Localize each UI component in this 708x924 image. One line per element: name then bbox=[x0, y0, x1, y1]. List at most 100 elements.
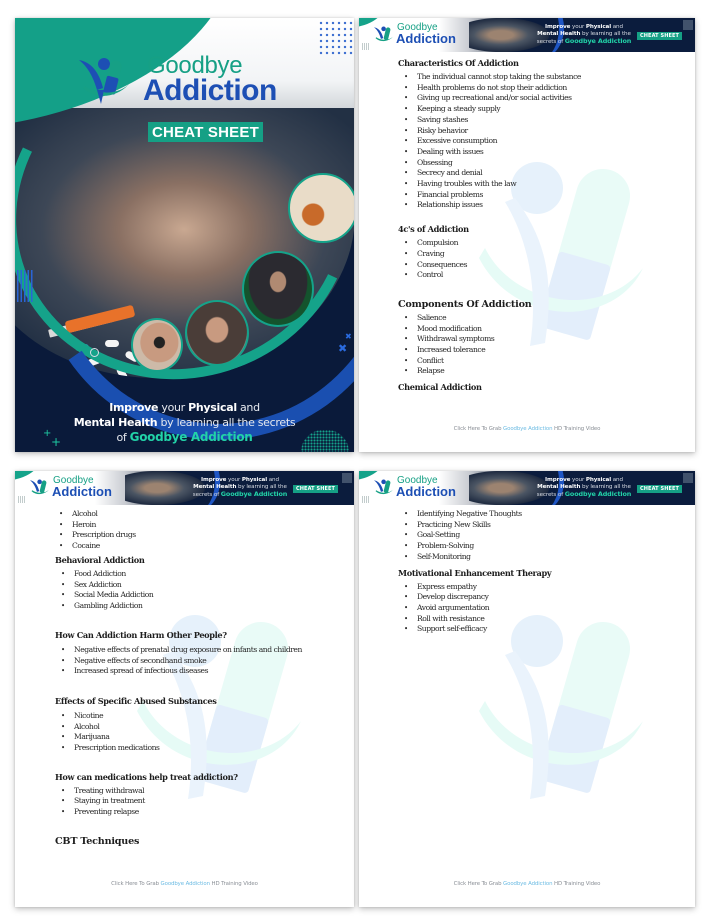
cover-page: ✖ ✖ + + Goodbye Addiction CHEAT SHEET Im… bbox=[15, 18, 354, 452]
list-item: Risky behavior bbox=[404, 126, 685, 137]
footer-link[interactable]: Goodbye Addiction bbox=[161, 881, 210, 887]
section-heading: 4c's of Addiction bbox=[398, 224, 469, 235]
list-item: Craving bbox=[404, 249, 685, 260]
tagline-highlight: Goodbye Addiction bbox=[129, 430, 253, 444]
bar-pattern bbox=[362, 43, 370, 50]
list-item: Obsessing bbox=[404, 158, 685, 169]
list-item: Mood modification bbox=[404, 324, 685, 335]
section-heading: Motivational Enhancement Therapy bbox=[398, 567, 552, 578]
tagline-text: and bbox=[267, 477, 279, 483]
tagline-text: secrets of bbox=[536, 39, 565, 45]
footer-link[interactable]: Goodbye Addiction bbox=[503, 881, 552, 887]
bullet-list: Identifying Negative Thoughts Practicing… bbox=[398, 509, 685, 563]
cheat-sheet-page-3: Goodbye Addiction Improve your Physical … bbox=[15, 471, 354, 907]
bullet-list: Alcohol Heroin Prescription drugs Cocain… bbox=[54, 509, 344, 552]
tagline-text: your bbox=[158, 401, 189, 414]
list-item: Alcohol bbox=[61, 722, 344, 733]
list-item: Relationship issues bbox=[404, 200, 685, 211]
tagline-text: your bbox=[570, 477, 586, 483]
tagline-text: Physical bbox=[585, 477, 612, 483]
section-heading: Effects of Specific Abused Substances bbox=[55, 695, 217, 706]
tagline-text: Physical bbox=[241, 477, 268, 483]
list-item: Control bbox=[404, 270, 685, 281]
tagline-text: secrets of bbox=[536, 492, 565, 498]
refusing-hand-photo bbox=[185, 300, 249, 366]
list-item: Negative effects of prenatal drug exposu… bbox=[61, 645, 344, 656]
banner-tagline: Improve your Physical and Mental Health … bbox=[521, 477, 647, 499]
footer-link[interactable]: Goodbye Addiction bbox=[503, 426, 552, 432]
page-content: Characteristics Of Addiction The individ… bbox=[398, 58, 685, 393]
list-item: Food Addiction bbox=[61, 569, 344, 580]
list-item: Relapse bbox=[404, 366, 685, 377]
list-item: The individual cannot stop taking the su… bbox=[404, 72, 685, 83]
list-item: Develop discrepancy bbox=[404, 592, 685, 603]
tagline-highlight: Goodbye Addiction bbox=[564, 490, 632, 498]
list-item: Support self-efficacy bbox=[404, 624, 685, 635]
tagline-text: your bbox=[570, 24, 586, 30]
footer-text: HD Training Video bbox=[209, 881, 258, 887]
list-item: Negative effects of secondhand smoke bbox=[61, 656, 344, 667]
list-item: Marijuana bbox=[61, 732, 344, 743]
list-item: Sex Addiction bbox=[61, 580, 344, 591]
list-item: Roll with resistance bbox=[404, 614, 685, 625]
bar-pattern bbox=[17, 270, 33, 302]
bullet-list: Negative effects of prenatal drug exposu… bbox=[55, 645, 344, 677]
dot-pattern bbox=[683, 20, 693, 30]
cheat-sheet-page-4: Goodbye Addiction Improve your Physical … bbox=[359, 471, 695, 907]
logo-word-addiction: Addiction bbox=[396, 484, 456, 499]
list-item: Avoid argumentation bbox=[404, 603, 685, 614]
section-heading: Components Of Addiction bbox=[398, 298, 532, 310]
list-item: Problem-Solving bbox=[404, 541, 685, 552]
logo-mark-icon bbox=[374, 26, 394, 42]
list-item: Treating withdrawal bbox=[61, 786, 344, 797]
phone-addiction-photo bbox=[131, 318, 183, 372]
cheat-sheet-badge: CHEAT SHEET bbox=[637, 485, 683, 493]
section-heading: Characteristics Of Addiction bbox=[398, 58, 519, 68]
page-content: Behavioral Addiction Food Addiction Sex … bbox=[55, 555, 344, 847]
tagline-text: and bbox=[611, 477, 623, 483]
logo-mark-icon bbox=[79, 58, 129, 104]
list-item: Express empathy bbox=[404, 582, 685, 593]
list-item: Having troubles with the law bbox=[404, 179, 685, 190]
dot-pattern bbox=[683, 473, 693, 483]
list-item: Preventing relapse bbox=[61, 807, 344, 818]
tagline-text: Physical bbox=[585, 24, 612, 30]
footer-text: Click Here To Grab bbox=[453, 426, 504, 432]
list-item: Social Media Addiction bbox=[61, 590, 344, 601]
footer-text: HD Training Video bbox=[552, 426, 601, 432]
list-item: Nicotine bbox=[61, 711, 344, 722]
footer-cta[interactable]: Click Here To Grab Goodbye Addiction HD … bbox=[359, 881, 695, 887]
tagline-text: Improve bbox=[201, 477, 227, 483]
bullet-list: Compulsion Craving Consequences Control bbox=[398, 238, 685, 281]
logo-word-addiction: Addiction bbox=[143, 74, 277, 107]
dot-pattern bbox=[318, 20, 354, 56]
dot-pattern bbox=[342, 473, 352, 483]
page-header-banner: Goodbye Addiction Improve your Physical … bbox=[15, 471, 354, 505]
logo-word-addiction: Addiction bbox=[396, 31, 456, 46]
section-heading: Behavioral Addiction bbox=[55, 555, 145, 565]
list-item: Withdrawal symptoms bbox=[404, 334, 685, 345]
section-heading: Chemical Addiction bbox=[398, 382, 482, 393]
drugs-alcohol-photo bbox=[288, 173, 354, 243]
logo-word-addiction: Addiction bbox=[52, 484, 112, 499]
bullet-list: Salience Mood modification Withdrawal sy… bbox=[398, 313, 685, 377]
bar-pattern bbox=[362, 496, 370, 503]
logo-mark-icon bbox=[374, 479, 394, 495]
footer-cta[interactable]: Click Here To Grab Goodbye Addiction HD … bbox=[15, 881, 354, 887]
list-item: Alcohol bbox=[59, 509, 344, 520]
tagline-text: of bbox=[116, 431, 130, 444]
list-item: Goal-Setting bbox=[404, 530, 685, 541]
list-item: Heroin bbox=[59, 520, 344, 531]
cheat-sheet-badge: CHEAT SHEET bbox=[293, 485, 339, 493]
logo-watermark-icon bbox=[479, 615, 643, 799]
tagline-text: your bbox=[226, 477, 242, 483]
page-content: Identifying Negative Thoughts Practicing… bbox=[398, 509, 685, 635]
cheat-sheet-page-2: Goodbye Addiction Improve your Physical … bbox=[359, 18, 695, 452]
cross-decoration: ✖ bbox=[338, 342, 348, 355]
list-item: Identifying Negative Thoughts bbox=[404, 509, 685, 520]
footer-cta[interactable]: Click Here To Grab Goodbye Addiction HD … bbox=[359, 426, 695, 432]
bullet-list: Treating withdrawal Staying in treatment… bbox=[55, 786, 344, 818]
list-item: Conflict bbox=[404, 356, 685, 367]
cover-tagline: Improve your Physical and Mental Health … bbox=[15, 401, 354, 446]
page-header-banner: Goodbye Addiction Improve your Physical … bbox=[359, 471, 695, 505]
